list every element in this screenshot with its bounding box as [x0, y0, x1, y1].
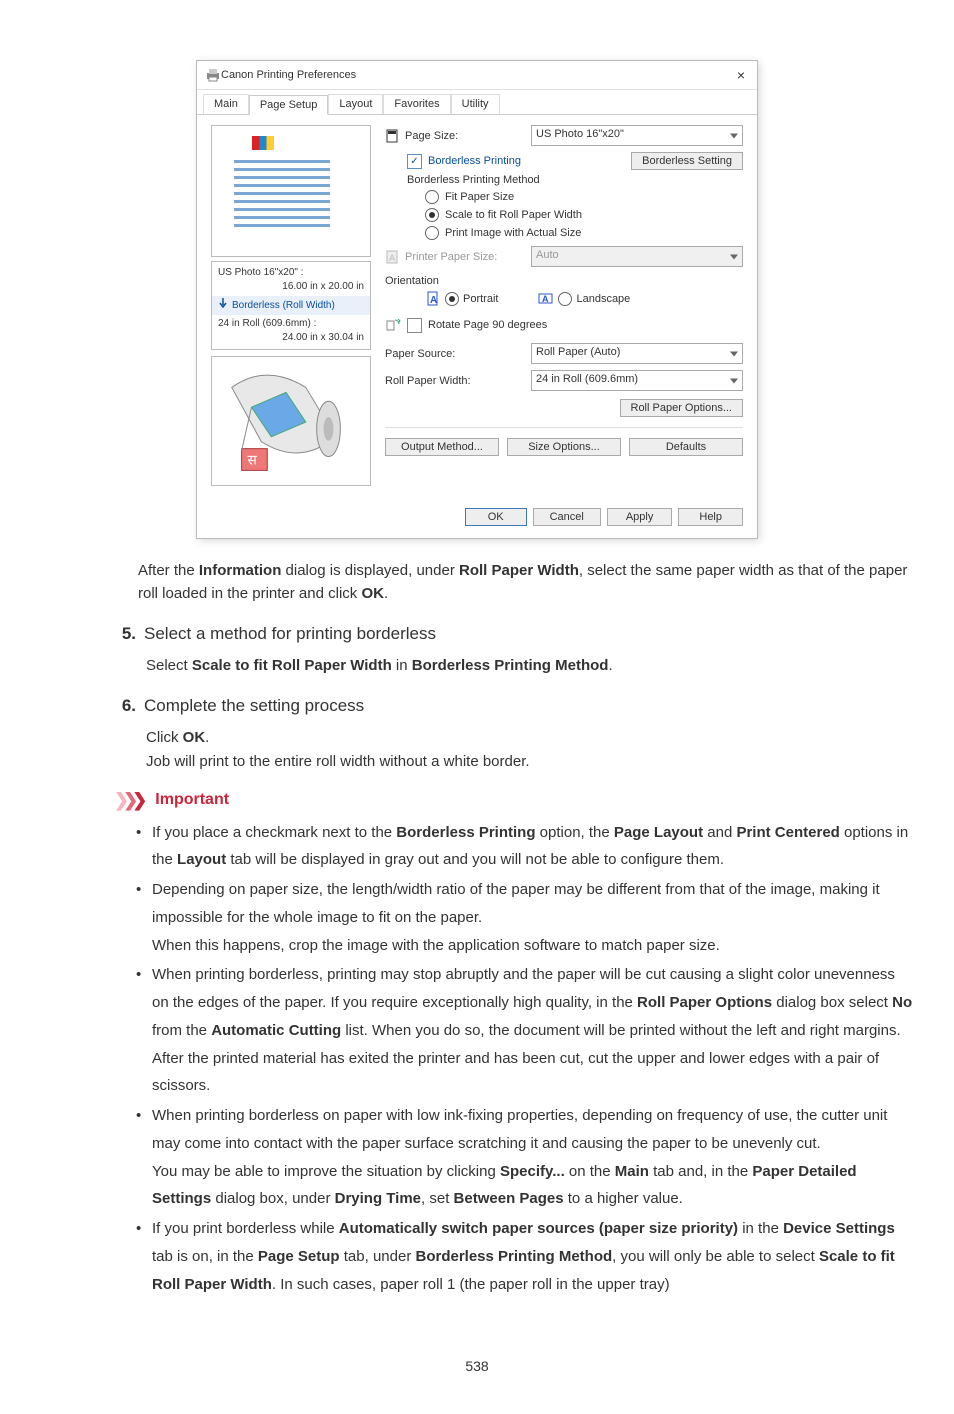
- info-borderless: Borderless (Roll Width): [212, 296, 370, 315]
- actual-size-label: Print Image with Actual Size: [445, 227, 581, 239]
- rotate-90-label: Rotate Page 90 degrees: [428, 319, 547, 331]
- fit-paper-size-label: Fit Paper Size: [445, 191, 514, 203]
- important-heading: ❯❯❯ Important: [114, 790, 924, 811]
- step-5-title: Select a method for printing borderless: [144, 624, 436, 644]
- printer-icon: [205, 67, 221, 83]
- scale-to-fit-label: Scale to fit Roll Paper Width: [445, 209, 582, 221]
- important-item-3: When printing borderless, printing may s…: [136, 961, 914, 1100]
- important-item-2: Depending on paper size, the length/widt…: [136, 876, 914, 959]
- svg-text:A: A: [389, 253, 395, 263]
- close-icon[interactable]: ×: [733, 67, 749, 83]
- radio-actual-size[interactable]: [425, 226, 439, 240]
- ok-button[interactable]: OK: [465, 508, 527, 526]
- step-5-number: 5.: [108, 624, 136, 644]
- borderless-setting-button[interactable]: Borderless Setting: [631, 152, 743, 170]
- roll-paper-illustration: स: [211, 356, 371, 486]
- page-size-icon: [385, 128, 401, 144]
- defaults-button[interactable]: Defaults: [629, 438, 743, 456]
- output-method-button[interactable]: Output Method...: [385, 438, 499, 456]
- radio-fit-paper-size[interactable]: [425, 190, 439, 204]
- printer-paper-size-label: Printer Paper Size:: [405, 251, 497, 263]
- roll-width-select[interactable]: 24 in Roll (609.6mm): [531, 370, 743, 391]
- rotate-90-checkbox[interactable]: [407, 318, 422, 333]
- important-item-5: If you print borderless while Automatica…: [136, 1215, 914, 1298]
- landscape-label: Landscape: [576, 293, 630, 305]
- landscape-icon: A: [538, 291, 554, 307]
- size-options-button[interactable]: Size Options...: [507, 438, 621, 456]
- radio-portrait[interactable]: [445, 292, 459, 306]
- roll-paper-options-button[interactable]: Roll Paper Options...: [620, 399, 744, 417]
- printer-paper-size-icon: A: [385, 249, 401, 265]
- dialog-tabs: Main Page Setup Layout Favorites Utility: [197, 90, 757, 114]
- tab-utility[interactable]: Utility: [451, 94, 500, 114]
- important-chevrons-icon: ❯❯❯: [114, 790, 141, 811]
- page-size-label: Page Size:: [405, 130, 458, 142]
- page-preview: [211, 125, 371, 257]
- step-6-title: Complete the setting process: [144, 696, 364, 716]
- rotate-icon: [385, 317, 401, 333]
- step-5: 5. Select a method for printing borderle…: [30, 624, 924, 644]
- tab-page-setup[interactable]: Page Setup: [249, 95, 329, 115]
- orientation-label: Orientation: [385, 275, 743, 287]
- paper-source-select[interactable]: Roll Paper (Auto): [531, 343, 743, 364]
- printer-paper-size-select: Auto: [531, 246, 743, 267]
- dialog-title: Canon Printing Preferences: [221, 69, 356, 81]
- portrait-icon: A: [425, 291, 441, 307]
- cancel-button[interactable]: Cancel: [533, 508, 601, 526]
- radio-scale-to-fit[interactable]: [425, 208, 439, 222]
- step-6-body: Click OK. Job will print to the entire r…: [146, 726, 924, 774]
- borderless-checkbox[interactable]: ✓: [407, 154, 422, 169]
- borderless-method-label: Borderless Printing Method: [407, 174, 743, 186]
- help-button[interactable]: Help: [678, 508, 743, 526]
- page-size-select[interactable]: US Photo 16"x20": [531, 125, 743, 146]
- important-item-1: If you place a checkmark next to the Bor…: [136, 819, 914, 875]
- info-pagesize: US Photo 16"x20" : 16.00 in x 20.00 in: [218, 266, 364, 294]
- after-dialog-text: After the Information dialog is displaye…: [138, 559, 924, 606]
- tab-main[interactable]: Main: [203, 94, 249, 114]
- info-rollsize: 24 in Roll (609.6mm) : 24.00 in x 30.04 …: [218, 317, 364, 345]
- down-arrow-icon: [218, 298, 228, 313]
- step-5-body: Select Scale to fit Roll Paper Width in …: [146, 654, 924, 678]
- important-item-4: When printing borderless on paper with l…: [136, 1102, 914, 1213]
- svg-text:स: स: [248, 451, 258, 467]
- printing-preferences-dialog: Canon Printing Preferences × Main Page S…: [196, 60, 758, 539]
- portrait-label: Portrait: [463, 293, 498, 305]
- dialog-titlebar: Canon Printing Preferences ×: [197, 61, 757, 90]
- step-6-number: 6.: [108, 696, 136, 716]
- roll-width-label: Roll Paper Width:: [385, 375, 525, 387]
- tab-favorites[interactable]: Favorites: [383, 94, 450, 114]
- important-list: If you place a checkmark next to the Bor…: [136, 819, 914, 1299]
- preview-info: US Photo 16"x20" : 16.00 in x 20.00 in B…: [211, 261, 371, 350]
- svg-text:A: A: [542, 294, 549, 304]
- paper-source-label: Paper Source:: [385, 348, 525, 360]
- apply-button[interactable]: Apply: [607, 508, 673, 526]
- radio-landscape[interactable]: [558, 292, 572, 306]
- tab-layout[interactable]: Layout: [328, 94, 383, 114]
- step-6: 6. Complete the setting process: [30, 696, 924, 716]
- important-label: Important: [155, 791, 229, 809]
- page-number: 538: [30, 1358, 924, 1374]
- svg-text:A: A: [430, 295, 437, 306]
- borderless-label: Borderless Printing: [428, 155, 521, 167]
